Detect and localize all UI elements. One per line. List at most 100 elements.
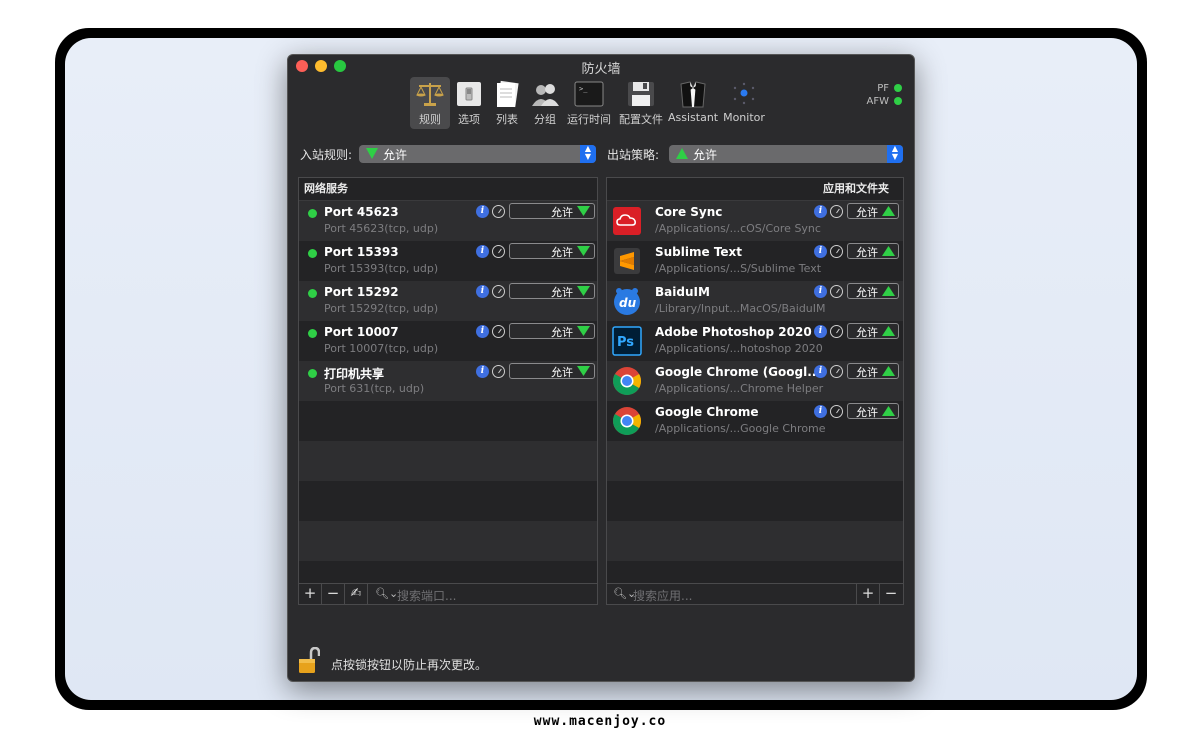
action-select[interactable]: 允许: [509, 323, 595, 339]
service-subtitle: Port 15292(tcp, udp): [324, 302, 439, 315]
action-select[interactable]: 允许: [847, 403, 899, 419]
up-arrow-green-icon: [882, 286, 895, 296]
edit-signature-button[interactable]: ✍: [345, 584, 368, 604]
afw-status-dot: [894, 97, 902, 105]
empty-row: [607, 521, 903, 561]
action-select[interactable]: 允许: [847, 323, 899, 339]
info-icon[interactable]: i: [476, 205, 489, 218]
gauge-icon[interactable]: [492, 245, 505, 258]
action-select[interactable]: 允许: [847, 243, 899, 259]
unlock-icon[interactable]: [298, 646, 321, 675]
lock-row: 点按锁按钮以防止再次更改。: [298, 646, 487, 679]
app-path: /Applications/...hotoshop 2020: [655, 342, 823, 355]
baidu-im-icon: du: [614, 288, 640, 315]
remove-service-button[interactable]: −: [322, 584, 345, 604]
app-row[interactable]: Ps Adobe Photoshop 2020 /Applications/..…: [607, 321, 903, 361]
svg-text:>_: >_: [579, 85, 588, 93]
port-search-input[interactable]: 搜索端口...: [397, 587, 456, 604]
tab-runtime[interactable]: >_ 运行时间: [566, 77, 612, 129]
action-value: 允许: [856, 286, 878, 299]
info-icon[interactable]: i: [814, 245, 827, 258]
action-select[interactable]: 允许: [509, 203, 595, 219]
gauge-icon[interactable]: [830, 365, 843, 378]
app-row[interactable]: Google Chrome (Googl... /Applications/..…: [607, 361, 903, 401]
empty-row: [299, 481, 597, 521]
gauge-icon[interactable]: [492, 325, 505, 338]
service-row[interactable]: Port 15292 Port 15292(tcp, udp) i 允许: [299, 281, 597, 321]
gauge-icon[interactable]: [830, 285, 843, 298]
tab-profiles-label: 配置文件: [619, 113, 663, 126]
tab-options[interactable]: 选项: [452, 77, 486, 129]
tab-list[interactable]: 列表: [490, 77, 524, 129]
monitor-icon: [733, 82, 755, 105]
up-arrow-green-icon: [882, 326, 895, 336]
service-row[interactable]: 打印机共享 Port 631(tcp, udp) i 允许: [299, 361, 597, 401]
network-services-header: 网络服务: [299, 178, 597, 201]
action-select[interactable]: 允许: [509, 283, 595, 299]
info-icon[interactable]: i: [476, 325, 489, 338]
tab-assistant[interactable]: Assistant: [668, 77, 718, 129]
gauge-icon[interactable]: [830, 205, 843, 218]
app-row[interactable]: Google Chrome /Applications/...Google Ch…: [607, 401, 903, 441]
add-service-button[interactable]: +: [299, 584, 322, 604]
tuxedo-icon: [680, 81, 706, 108]
service-row[interactable]: Port 10007 Port 10007(tcp, udp) i 允许: [299, 321, 597, 361]
afw-label: AFW: [866, 96, 889, 107]
floppy-icon: [628, 82, 654, 106]
action-select[interactable]: 允许: [847, 363, 899, 379]
gauge-icon[interactable]: [492, 285, 505, 298]
add-app-button[interactable]: +: [856, 584, 880, 604]
gauge-icon[interactable]: [830, 325, 843, 338]
titlebar: 防火墙: [288, 55, 914, 77]
action-select[interactable]: 允许: [847, 203, 899, 219]
outbound-policy: 出站策略: 允许 ▲ ▼: [607, 145, 903, 163]
app-search-input[interactable]: 搜索应用...: [633, 587, 692, 604]
gauge-icon[interactable]: [830, 405, 843, 418]
select-stepper-icon: ▲ ▼: [887, 145, 903, 163]
apps-list: Core Sync /Applications/...cOS/Core Sync…: [607, 201, 903, 582]
outbound-select[interactable]: 允许 ▲ ▼: [669, 145, 903, 163]
app-path: /Applications/...S/Sublime Text: [655, 262, 822, 275]
up-arrow-green-icon: [676, 148, 688, 159]
info-icon[interactable]: i: [476, 365, 489, 378]
remove-app-button[interactable]: −: [880, 584, 902, 604]
search-icon[interactable]: 🔍︎⌄: [375, 587, 398, 600]
tab-list-label: 列表: [496, 113, 518, 126]
info-icon[interactable]: i: [476, 285, 489, 298]
list-icon: [497, 80, 519, 108]
app-title: BaiduIM: [655, 285, 710, 299]
empty-row: [607, 561, 903, 582]
gauge-icon[interactable]: [492, 205, 505, 218]
app-title: Core Sync: [655, 205, 723, 219]
tab-profiles[interactable]: 配置文件: [618, 77, 664, 129]
service-row[interactable]: Port 45623 Port 45623(tcp, udp) i 允许: [299, 201, 597, 241]
tab-rules-label: 规则: [419, 113, 441, 126]
tab-monitor[interactable]: Monitor: [722, 77, 766, 129]
service-row[interactable]: Port 15393 Port 15393(tcp, udp) i 允许: [299, 241, 597, 281]
info-icon[interactable]: i: [814, 365, 827, 378]
app-row[interactable]: du BaiduIM /Library/Input...MacOS/BaiduI…: [607, 281, 903, 321]
empty-row: [607, 441, 903, 481]
apps-toolbar: 🔍︎⌄ 搜索应用... + −: [607, 583, 903, 604]
info-icon[interactable]: i: [814, 325, 827, 338]
tab-groups[interactable]: 分组: [528, 77, 562, 129]
app-path: /Applications/...cOS/Core Sync: [655, 222, 821, 235]
gauge-icon[interactable]: [830, 245, 843, 258]
empty-row: [299, 521, 597, 561]
chrome-icon: [613, 407, 641, 435]
action-select[interactable]: 允许: [509, 243, 595, 259]
info-icon[interactable]: i: [476, 245, 489, 258]
app-row[interactable]: Core Sync /Applications/...cOS/Core Sync…: [607, 201, 903, 241]
info-icon[interactable]: i: [814, 405, 827, 418]
action-value: 允许: [551, 246, 573, 259]
info-icon[interactable]: i: [814, 205, 827, 218]
inbound-label: 入站规则:: [300, 148, 353, 162]
app-row[interactable]: Sublime Text /Applications/...S/Sublime …: [607, 241, 903, 281]
info-icon[interactable]: i: [814, 285, 827, 298]
empty-row: [299, 401, 597, 441]
action-select[interactable]: 允许: [847, 283, 899, 299]
tab-rules[interactable]: 规则: [410, 77, 450, 129]
gauge-icon[interactable]: [492, 365, 505, 378]
action-select[interactable]: 允许: [509, 363, 595, 379]
inbound-select[interactable]: 允许 ▲ ▼: [359, 145, 596, 163]
